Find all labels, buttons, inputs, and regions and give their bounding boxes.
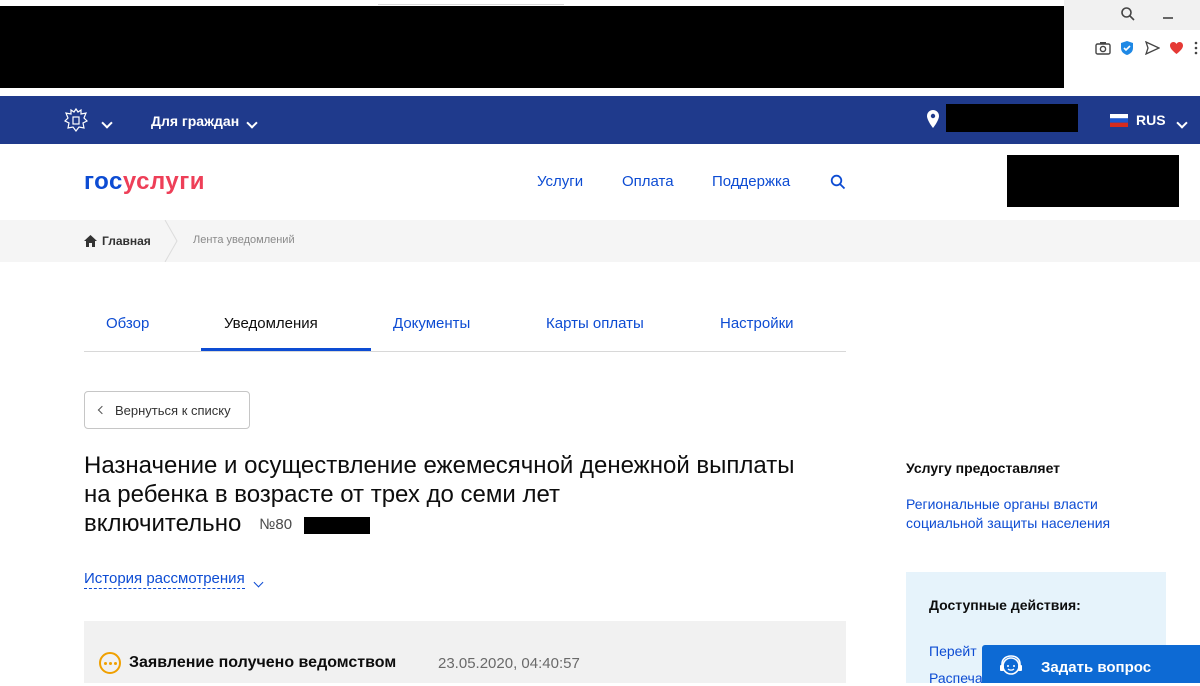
gosuslugi-logo[interactable]: госуслуги [84,168,205,196]
title-line-3-text: включительно [84,510,242,537]
chevron-left-icon [97,405,107,415]
logo-part2: услуги [122,168,205,195]
redacted-user-profile[interactable] [1007,155,1179,207]
support-headset-icon [998,654,1022,678]
active-tab-indicator [201,348,371,351]
logo-part1: гос [84,168,123,195]
chevron-down-icon[interactable] [1176,114,1188,132]
provider-link[interactable]: Региональные органы власти социальной за… [906,495,1110,533]
location-pin-icon[interactable] [927,110,939,128]
back-to-list-label: Вернуться к списку [115,403,231,418]
provider-line-1: Региональные органы власти [906,496,1098,512]
history-link[interactable]: История рассмотрения [84,570,245,589]
pending-status-icon [99,652,121,674]
shield-icon[interactable] [1117,38,1137,58]
title-line-3: включительно №80 [84,509,844,539]
actions-heading: Доступные действия: [929,597,1081,613]
tabs-divider [84,351,846,352]
provider-line-2: социальной защиты населения [906,515,1111,531]
nav-support[interactable]: Поддержка [712,173,790,190]
title-line-1: Назначение и осуществление ежемесячной д… [84,452,795,479]
chevron-down-icon[interactable] [101,114,113,132]
page-title: Назначение и осуществление ежемесячной д… [84,451,844,539]
heart-icon[interactable] [1166,38,1186,58]
send-icon[interactable] [1142,38,1162,58]
home-icon[interactable] [84,234,97,247]
ask-question-label: Задать вопрос [1041,659,1152,676]
browser-minimize-icon[interactable] [1158,4,1178,24]
breadcrumb-home[interactable]: Главная [102,234,151,248]
search-icon[interactable] [830,174,846,190]
tab-payment-cards[interactable]: Карты оплаты [546,315,644,332]
action-print[interactable]: Распеча [929,670,983,686]
menu-icon[interactable] [1186,38,1200,58]
tab-overview[interactable]: Обзор [106,315,149,332]
coat-of-arms-icon[interactable] [62,106,90,134]
tab-notifications[interactable]: Уведомления [224,315,318,332]
redacted-location [946,104,1078,132]
camera-icon[interactable] [1093,38,1113,58]
browser-search-icon[interactable] [1118,4,1138,24]
tab-settings[interactable]: Настройки [720,315,794,332]
nav-payment[interactable]: Оплата [622,173,674,190]
browser-tab[interactable] [378,0,564,5]
provider-heading: Услугу предоставляет [906,460,1061,476]
language-selector[interactable]: RUS [1136,112,1166,128]
status-text: Заявление получено ведомством [129,654,397,671]
chevron-down-icon[interactable] [246,114,258,132]
status-datetime: 23.05.2020, 04:40:57 [438,655,580,672]
breadcrumb [0,220,1200,262]
nav-services[interactable]: Услуги [537,173,583,190]
tab-documents[interactable]: Документы [393,315,470,332]
breadcrumb-separator [164,219,178,263]
russian-flag-icon [1110,114,1128,127]
status-panel [84,621,846,683]
application-number: №80 [259,516,293,533]
title-line-2: на ребенка в возрасте от трех до семи ле… [84,481,561,508]
ask-question-button[interactable]: Задать вопрос [982,645,1200,683]
back-to-list-button[interactable]: Вернуться к списку [84,391,250,429]
breadcrumb-current: Лента уведомлений [193,234,295,246]
action-go[interactable]: Перейт [929,643,977,659]
redacted-browser-area [0,6,1064,88]
redacted-application-number [304,517,370,534]
chevron-down-icon[interactable] [253,573,264,588]
audience-selector[interactable]: Для граждан [151,113,239,129]
